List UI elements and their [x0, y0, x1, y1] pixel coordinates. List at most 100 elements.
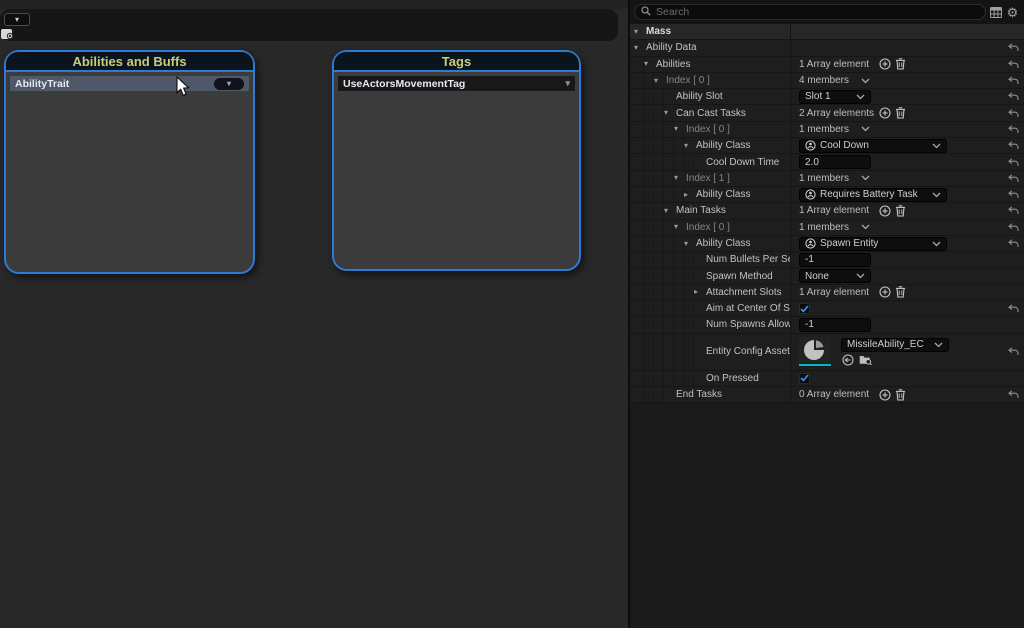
- search-box[interactable]: [634, 4, 986, 20]
- reset-to-default-icon[interactable]: [1008, 125, 1019, 134]
- chevron-down-icon[interactable]: [861, 78, 870, 84]
- property-row-index-0: ▾Index [ 0 ]1 members: [630, 220, 1024, 236]
- reset-to-default-icon[interactable]: [1008, 206, 1019, 215]
- abilities-and-buffs-node[interactable]: Abilities and Buffs AbilityTrait ▾: [4, 50, 255, 274]
- expander-arrow-down-icon[interactable]: ▾: [674, 223, 686, 231]
- indent-rail: [654, 317, 664, 332]
- expander-arrow-down-icon[interactable]: ▾: [654, 77, 666, 85]
- reset-to-default-icon[interactable]: [1008, 190, 1019, 199]
- reset-to-default-icon[interactable]: [1008, 174, 1019, 183]
- expander-arrow-down-icon[interactable]: ▾: [664, 109, 676, 117]
- trait-item-abilitytrait[interactable]: AbilityTrait ▾: [9, 75, 250, 92]
- value-input[interactable]: -1: [799, 318, 871, 332]
- expander-arrow-down-icon[interactable]: ▾: [634, 44, 646, 52]
- reset-to-default-icon[interactable]: [1008, 141, 1019, 150]
- delete-elements-icon[interactable]: [895, 205, 906, 217]
- reset-to-default-icon[interactable]: [1008, 158, 1019, 167]
- indent-rail: [684, 268, 694, 283]
- indent-rail: [664, 236, 674, 251]
- property-label: Entity Config Asset: [706, 346, 790, 357]
- reset-cell: [1002, 317, 1024, 332]
- settings-gear-icon[interactable]: ⚙: [1005, 6, 1020, 19]
- reset-to-default-icon[interactable]: [1008, 76, 1019, 85]
- property-value-cell: Slot 1: [790, 89, 1002, 104]
- browse-to-asset-icon[interactable]: [859, 354, 872, 365]
- value-dropdown[interactable]: Requires Battery Task: [799, 188, 947, 202]
- tag-label: UseActorsMovementTag: [343, 78, 465, 90]
- checkbox[interactable]: [799, 303, 810, 314]
- delete-elements-icon[interactable]: [895, 389, 906, 401]
- indent-rail: [664, 122, 674, 137]
- reset-to-default-icon[interactable]: [1008, 347, 1019, 356]
- indent-rail: [664, 317, 674, 332]
- indent-rail: [684, 285, 694, 300]
- property-label: Can Cast Tasks: [676, 108, 746, 119]
- indent-rail: [644, 334, 654, 370]
- property-label: Aim at Center Of Screen: [706, 303, 790, 314]
- array-count-label: 1 Array element: [799, 287, 875, 298]
- property-label: Main Tasks: [676, 205, 726, 216]
- trait-dropdown-button[interactable]: ▾: [214, 78, 244, 90]
- delete-elements-icon[interactable]: [895, 107, 906, 119]
- expander-arrow-down-icon[interactable]: ▾: [684, 142, 696, 150]
- asset-dropdown[interactable]: MissileAbility_EC: [841, 338, 949, 352]
- property-row-ability-class: ▾Ability ClassSpawn Entity: [630, 236, 1024, 252]
- trait-graph-area[interactable]: ▾ Abilities and Buffs AbilityTrait ▾ Tag…: [0, 0, 628, 628]
- dropdown-value-label: Cool Down: [820, 140, 869, 151]
- value-input[interactable]: -1: [799, 253, 871, 267]
- indent-rail: [634, 285, 644, 300]
- tags-node[interactable]: Tags UseActorsMovementTag ▾: [332, 50, 581, 271]
- reset-to-default-icon[interactable]: [1008, 390, 1019, 399]
- value-dropdown[interactable]: Spawn Entity: [799, 237, 947, 251]
- value-dropdown[interactable]: None: [799, 269, 871, 283]
- expander-arrow-right-icon[interactable]: ▸: [694, 288, 706, 296]
- reset-to-default-icon[interactable]: [1008, 109, 1019, 118]
- expander-arrow-down-icon[interactable]: ▾: [674, 125, 686, 133]
- expander-arrow-down-icon[interactable]: ▾: [644, 60, 656, 68]
- reset-to-default-icon[interactable]: [1008, 60, 1019, 69]
- chevron-down-icon[interactable]: [861, 126, 870, 132]
- property-value-cell: 1 Array element: [790, 203, 1002, 218]
- search-input[interactable]: [656, 6, 979, 18]
- property-value-cell: Spawn Entity: [790, 236, 1002, 251]
- reset-to-default-icon[interactable]: [1008, 304, 1019, 313]
- reset-to-default-icon[interactable]: [1008, 239, 1019, 248]
- indent-rail: [654, 187, 664, 202]
- property-name-cell: Num Spawns Allowed: [630, 317, 790, 332]
- chevron-down-icon[interactable]: ▾: [565, 79, 570, 88]
- expander-arrow-down-icon[interactable]: ▾: [674, 174, 686, 182]
- chevron-down-icon[interactable]: [861, 175, 870, 181]
- add-element-icon[interactable]: [879, 286, 891, 298]
- reset-cell: [1002, 89, 1024, 104]
- indent-rail: [664, 138, 674, 153]
- expander-arrow-down-icon[interactable]: ▾: [634, 28, 646, 36]
- indent-rail: [634, 122, 644, 137]
- reset-to-default-icon[interactable]: [1008, 92, 1019, 101]
- graph-dropdown-button[interactable]: ▾: [4, 13, 30, 26]
- indent-rail: [664, 154, 674, 169]
- delete-elements-icon[interactable]: [895, 286, 906, 298]
- reset-to-default-icon[interactable]: [1008, 223, 1019, 232]
- display-options-icon[interactable]: [988, 7, 1003, 18]
- expander-arrow-down-icon[interactable]: ▾: [684, 240, 696, 248]
- expander-arrow-down-icon[interactable]: ▾: [664, 207, 676, 215]
- value-dropdown[interactable]: Cool Down: [799, 139, 947, 153]
- expander-arrow-right-icon[interactable]: ▸: [684, 191, 696, 199]
- add-element-icon[interactable]: [879, 58, 891, 70]
- add-element-icon[interactable]: [879, 107, 891, 119]
- value-input[interactable]: 2.0: [799, 155, 871, 169]
- property-value-cell: MissileAbility_EC: [790, 334, 1002, 370]
- asset-thumbnail[interactable]: [799, 337, 831, 366]
- value-dropdown[interactable]: Slot 1: [799, 90, 871, 104]
- property-name-cell: ▾Index [ 1 ]: [630, 171, 790, 186]
- indent-rail: [644, 203, 654, 218]
- use-selected-asset-icon[interactable]: [842, 354, 854, 366]
- add-element-icon[interactable]: [879, 389, 891, 401]
- property-row-ability-data: ▾Ability Data: [630, 40, 1024, 56]
- reset-to-default-icon[interactable]: [1008, 43, 1019, 52]
- add-element-icon[interactable]: [879, 205, 891, 217]
- checkbox[interactable]: [799, 373, 810, 384]
- tag-item-useactorsmovementtag[interactable]: UseActorsMovementTag ▾: [337, 75, 576, 92]
- delete-elements-icon[interactable]: [895, 58, 906, 70]
- chevron-down-icon[interactable]: [861, 224, 870, 230]
